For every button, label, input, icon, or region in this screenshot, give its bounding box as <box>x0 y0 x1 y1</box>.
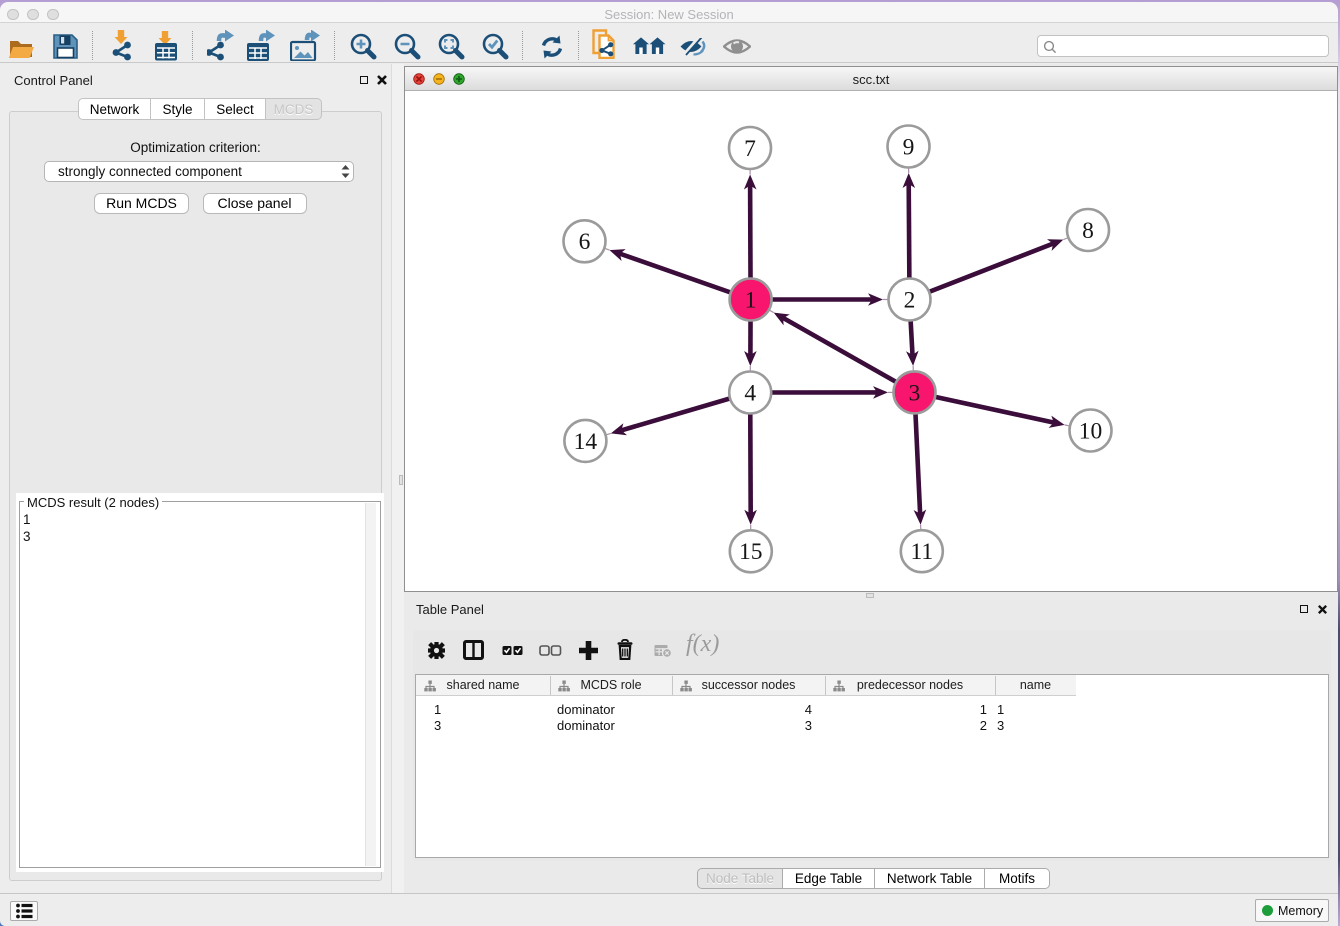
svg-text:4: 4 <box>744 380 756 406</box>
svg-text:7: 7 <box>744 136 756 162</box>
svg-text:6: 6 <box>579 229 591 255</box>
svg-text:2: 2 <box>904 287 916 313</box>
svg-text:1: 1 <box>745 287 757 313</box>
svg-text:15: 15 <box>739 539 763 565</box>
svg-text:9: 9 <box>903 134 915 160</box>
svg-text:14: 14 <box>574 429 598 455</box>
svg-text:11: 11 <box>910 539 933 565</box>
svg-text:10: 10 <box>1079 418 1103 444</box>
svg-text:8: 8 <box>1082 218 1094 244</box>
svg-text:3: 3 <box>909 380 921 406</box>
